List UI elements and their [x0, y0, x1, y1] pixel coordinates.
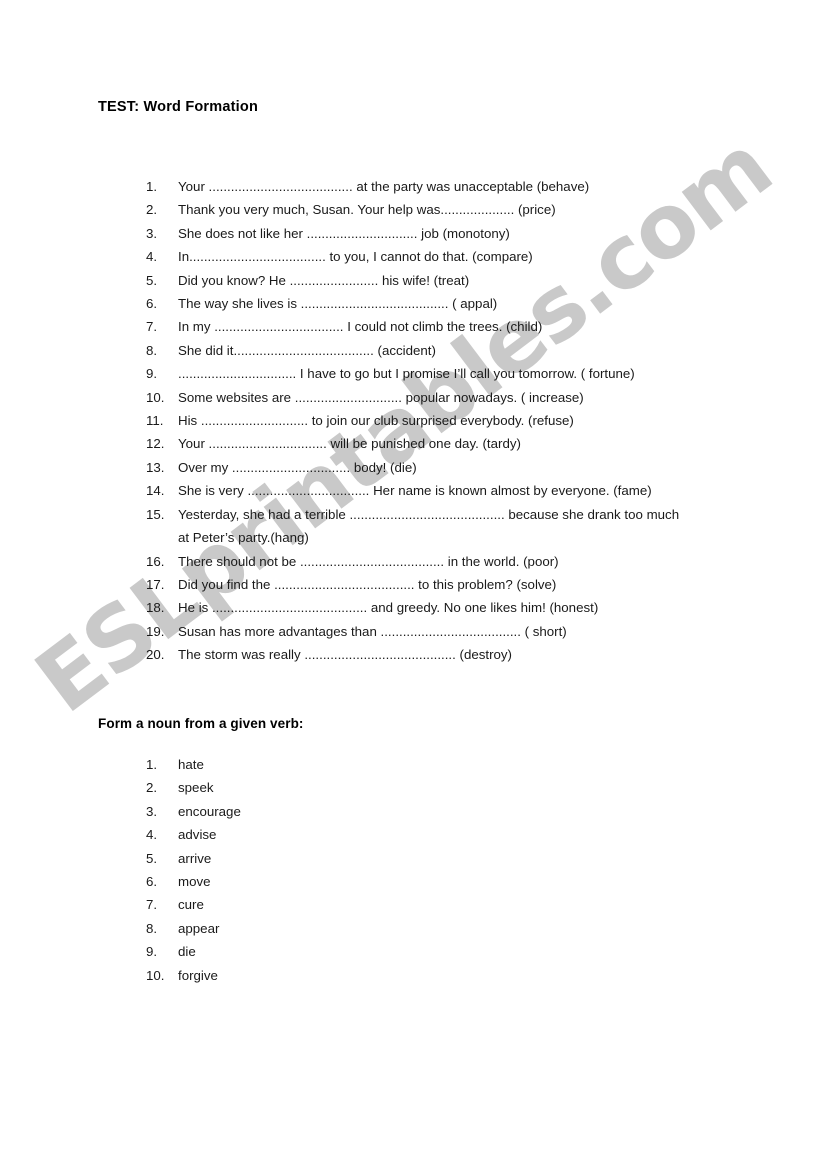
sentence-item-number: 9. — [146, 366, 158, 382]
verb-item: 6. move — [146, 870, 446, 893]
verb-item: 5. arrive — [146, 847, 446, 870]
sentence-item-number: 13. — [146, 459, 165, 475]
sentence-item-text: In..................................... … — [178, 249, 533, 265]
sentence-item: 1. Your .................................… — [146, 175, 806, 198]
verb-item-text: appear — [178, 920, 220, 936]
sentence-item-number: 1. — [146, 179, 158, 194]
worksheet-page: ESLprintables.com TEST: Word Formation 1… — [0, 0, 826, 1169]
sentence-item-number: 16. — [146, 553, 165, 569]
verb-item-number: 7. — [146, 897, 158, 913]
verb-exercise-list: 1. hate 2. speek 3. encourage 4. advise 5. arrive… — [146, 753, 446, 987]
sentence-item-text: Did you know? He .......................… — [178, 272, 470, 288]
sentence-item: 6. The way she lives is .................… — [146, 292, 806, 315]
verb-item-text: arrive — [178, 850, 212, 866]
sentence-item-text: ................................ I have … — [178, 366, 635, 382]
sentence-item-text: Susan has more advantages than .........… — [178, 623, 567, 639]
sentence-item-text: There should not be ....................… — [178, 553, 559, 569]
verb-item-text: forgive — [178, 967, 218, 983]
sentence-item-number: 8. — [146, 342, 158, 358]
sentence-item-number: 5. — [146, 272, 158, 288]
verb-item-text: encourage — [178, 803, 241, 819]
sentence-item-number: 2. — [146, 202, 158, 218]
verb-item: 9. die — [146, 940, 446, 963]
sentence-item: 16. There should not be .................… — [146, 550, 806, 573]
verb-item: 10. forgive — [146, 964, 446, 987]
sentence-item-text: Your ...................................… — [178, 179, 590, 194]
sentence-item: 9. ................................ I hav… — [146, 362, 806, 385]
sentence-item-number: 12. — [146, 436, 165, 452]
sentence-item-text: Yesterday, she had a terrible ..........… — [178, 506, 680, 522]
sentence-item-text: Over my ................................… — [178, 459, 417, 475]
sentence-item-text: Did you find the .......................… — [178, 576, 557, 592]
verb-item-text: die — [178, 944, 196, 960]
sentence-item-number: 10. — [146, 389, 165, 405]
verb-item-number: 2. — [146, 780, 158, 796]
sentence-item-number: 15. — [146, 506, 165, 522]
verb-item-text: cure — [178, 897, 204, 913]
sentence-item-text: His ............................. to joi… — [178, 413, 574, 429]
verb-item-text: advise — [178, 827, 217, 843]
sentence-item-text: She is very ............................… — [178, 483, 652, 499]
sentence-item-number: 14. — [146, 483, 165, 499]
verb-item-number: 4. — [146, 827, 158, 843]
sentence-item-number: 17. — [146, 576, 165, 592]
sentence-item-number: 4. — [146, 249, 158, 265]
page-title: TEST: Word Formation — [98, 99, 259, 115]
sentence-item-number: 18. — [146, 600, 165, 616]
sentence-item: 13. Over my .............................… — [146, 456, 806, 479]
sentence-item: 15. Yesterday, she had a terrible .......… — [146, 503, 806, 550]
verb-item-number: 9. — [146, 944, 158, 960]
sentence-item-text: Thank you very much, Susan. Your help wa… — [178, 202, 556, 218]
verb-item-text: speek — [178, 780, 214, 796]
sentence-item: 20. The storm was really ................… — [146, 643, 806, 666]
sentence-item-number: 11. — [146, 413, 164, 429]
sentence-exercise-list: 1. Your .................................… — [146, 175, 806, 667]
verb-item-number: 1. — [146, 757, 158, 772]
sentence-item: 17. Did you find the ....................… — [146, 573, 806, 596]
verb-item: 4. advise — [146, 823, 446, 846]
sentence-item-number: 20. — [146, 647, 165, 663]
sentence-item: 19. Susan has more advantages than ......… — [146, 620, 806, 643]
sentence-item-text: Your ................................ wi… — [178, 436, 521, 452]
verb-item-number: 10. — [146, 967, 165, 983]
sentence-item-continuation: at Peter’s party.(hang) — [178, 530, 309, 546]
sentence-item: 14. She is very .........................… — [146, 479, 806, 502]
sentence-item-text: The storm was really ...................… — [178, 647, 512, 663]
verb-item: 3. encourage — [146, 800, 446, 823]
sentence-item-number: 19. — [146, 623, 165, 639]
sentence-item: 8. She did it............................… — [146, 339, 806, 362]
sentence-item-number: 3. — [146, 225, 158, 241]
sentence-item: 11. His ............................. to … — [146, 409, 806, 432]
sentence-item: 12. Your ................................… — [146, 432, 806, 455]
sentence-item: 3. She does not like her ................… — [146, 222, 806, 245]
sentence-item-text: Some websites are ......................… — [178, 389, 584, 405]
sentence-item-text: She did it..............................… — [178, 342, 436, 358]
verb-item-number: 6. — [146, 874, 158, 890]
sentence-item: 5. Did you know? He .....................… — [146, 269, 806, 292]
sentence-item: 18. He is ...............................… — [146, 596, 806, 619]
sentence-item: 7. In my ................................… — [146, 315, 806, 338]
sentence-item-number: 6. — [146, 296, 158, 312]
sentence-item: 2. Thank you very much, Susan. Your help … — [146, 198, 806, 221]
verb-item: 1. hate — [146, 753, 446, 776]
sentence-item-number: 7. — [146, 319, 158, 335]
sentence-item-text: She does not like her ..................… — [178, 225, 510, 241]
verb-item-number: 5. — [146, 850, 158, 866]
sentence-item: 4. In....................................… — [146, 245, 806, 268]
verb-item-number: 8. — [146, 920, 158, 936]
sentence-item: 10. Some websites are ...................… — [146, 386, 806, 409]
section-heading-form-a-noun: Form a noun from a given verb: — [98, 716, 304, 731]
verb-item: 2. speek — [146, 776, 446, 799]
verb-item: 7. cure — [146, 893, 446, 916]
verb-item-number: 3. — [146, 803, 158, 819]
verb-item-text: hate — [178, 757, 204, 772]
sentence-item-text: He is ..................................… — [178, 600, 599, 616]
verb-item-text: move — [178, 874, 211, 890]
sentence-item-text: The way she lives is ...................… — [178, 296, 498, 312]
verb-item: 8. appear — [146, 917, 446, 940]
sentence-item-text: In my ..................................… — [178, 319, 543, 335]
